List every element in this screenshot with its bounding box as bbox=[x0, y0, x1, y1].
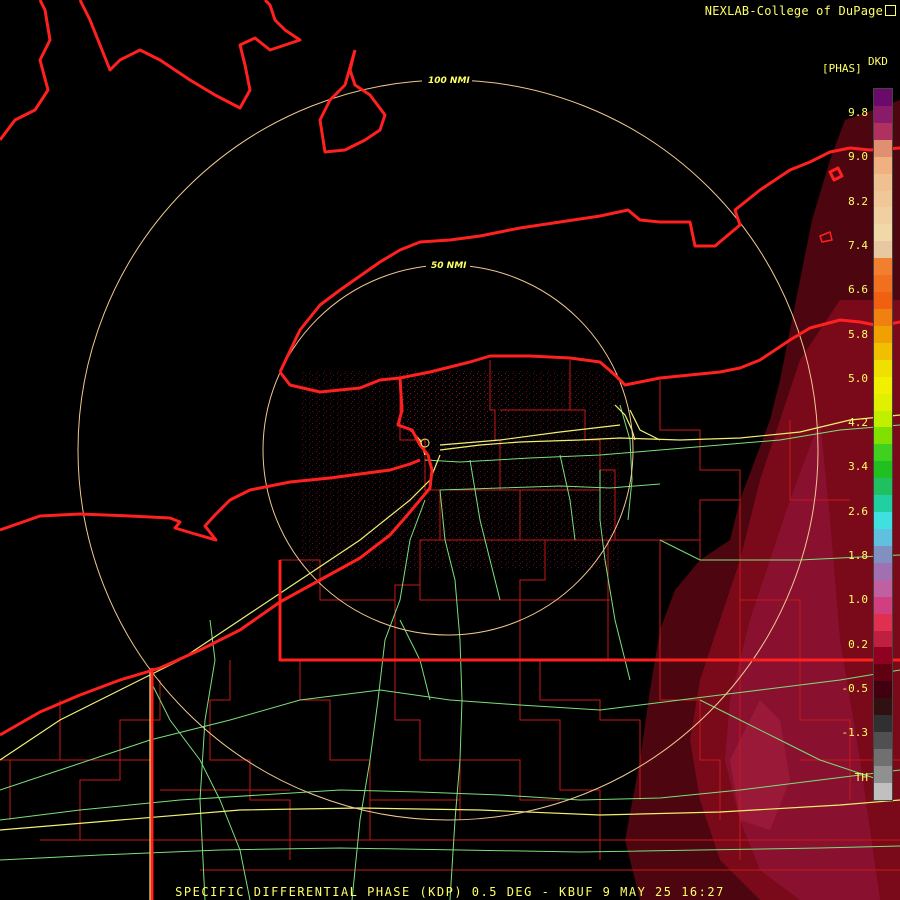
color-scale-segment bbox=[874, 224, 892, 242]
color-scale-segment bbox=[874, 630, 892, 648]
color-scale-tick-label: 7.4 bbox=[848, 238, 868, 252]
legend-product-code: DKD bbox=[868, 55, 888, 68]
color-scale-tick-label: TH bbox=[854, 770, 868, 784]
color-scale-tick-label: 4.2 bbox=[848, 416, 868, 430]
color-scale-tick-label: 9.0 bbox=[848, 150, 868, 164]
external-link-icon[interactable] bbox=[885, 5, 896, 16]
color-scale-segment bbox=[874, 89, 892, 106]
color-scale-segment bbox=[874, 681, 892, 699]
color-scale-tick-label: -1.3 bbox=[841, 726, 869, 740]
color-scale-segment bbox=[874, 647, 892, 665]
color-scale-segment bbox=[874, 122, 892, 140]
color-scale-segment bbox=[874, 613, 892, 631]
color-scale-segment bbox=[874, 748, 892, 766]
color-scale-segment bbox=[874, 190, 892, 208]
color-scale-segment bbox=[874, 715, 892, 733]
color-scale-bar bbox=[873, 88, 893, 801]
color-scale-segment bbox=[874, 782, 892, 800]
color-scale-segment bbox=[874, 664, 892, 682]
color-scale-tick-label: 3.4 bbox=[848, 460, 868, 474]
color-scale-tick-label: 5.0 bbox=[848, 371, 868, 385]
product-caption: SPECIFIC DIFFERENTIAL PHASE (KDP) 0.5 DE… bbox=[175, 885, 725, 899]
color-scale-segment bbox=[874, 156, 892, 174]
color-scale-segment bbox=[874, 393, 892, 411]
color-scale-segment bbox=[874, 410, 892, 428]
color-scale-segment bbox=[874, 596, 892, 614]
color-scale-tick-label: 0.2 bbox=[848, 637, 868, 651]
color-scale-tick-label: 5.8 bbox=[848, 327, 868, 341]
color-scale-segment bbox=[874, 207, 892, 225]
color-scale-segment bbox=[874, 545, 892, 563]
color-scale-segment bbox=[874, 562, 892, 580]
color-scale-segment bbox=[874, 139, 892, 157]
radar-map: 100 NMI 50 NMI bbox=[0, 0, 900, 900]
color-scale-segment bbox=[874, 698, 892, 716]
color-scale-tick-label: 8.2 bbox=[848, 194, 868, 208]
color-scale-segment bbox=[874, 579, 892, 597]
color-scale-segment bbox=[874, 427, 892, 445]
color-scale-segment bbox=[874, 495, 892, 513]
color-scale-segment bbox=[874, 732, 892, 749]
color-scale-segment bbox=[874, 444, 892, 462]
color-scale-segment bbox=[874, 275, 892, 293]
color-scale-segment bbox=[874, 461, 892, 479]
color-scale-segment bbox=[874, 376, 892, 394]
range-label-100: 100 NMI bbox=[428, 76, 470, 86]
color-scale-segment bbox=[874, 258, 892, 276]
color-scale-segment bbox=[874, 308, 892, 326]
color-scale-segment bbox=[874, 528, 892, 546]
color-scale-tick-label: 9.8 bbox=[848, 106, 868, 119]
credit-label: NEXLAB-College of DuPage bbox=[704, 4, 883, 18]
color-scale-tick-label: 1.0 bbox=[848, 593, 868, 607]
color-scale-segment bbox=[874, 292, 892, 309]
color-scale-segment bbox=[874, 105, 892, 123]
range-label-50: 50 NMI bbox=[431, 261, 467, 271]
color-scale-tick-label: -0.5 bbox=[841, 681, 869, 695]
color-scale-segment bbox=[874, 359, 892, 377]
color-scale-segment bbox=[874, 765, 892, 783]
color-scale-tick-label: 1.8 bbox=[848, 549, 868, 562]
color-scale-segment bbox=[874, 173, 892, 191]
color-scale-segment bbox=[874, 241, 892, 259]
color-scale-segment bbox=[874, 512, 892, 529]
legend-unit: [PHAS] bbox=[822, 62, 862, 75]
color-scale-segment bbox=[874, 342, 892, 360]
color-scale-segment bbox=[874, 325, 892, 343]
color-scale-tick-label: 6.6 bbox=[848, 283, 868, 297]
color-scale-segment bbox=[874, 478, 892, 496]
color-scale-tick-label: 2.6 bbox=[848, 504, 868, 518]
